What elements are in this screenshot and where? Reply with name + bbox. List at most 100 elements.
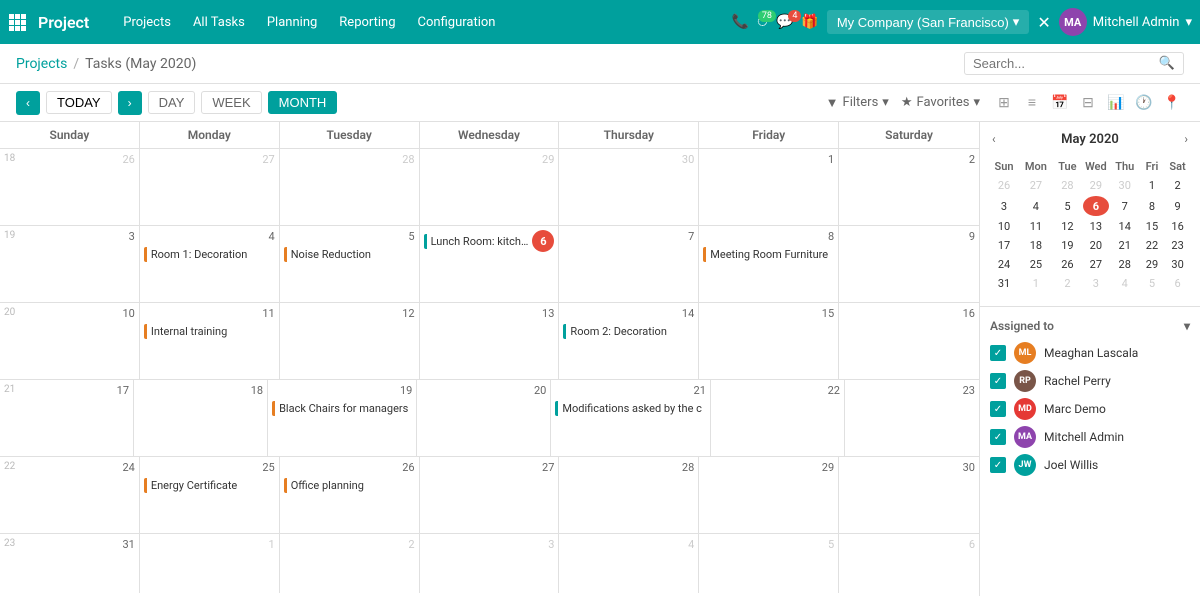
mini-cal-day-r4c3[interactable]: 27: [1083, 256, 1109, 273]
list-view-icon[interactable]: ≡: [1020, 91, 1044, 115]
cal-cell-w3-d6[interactable]: 23: [845, 380, 979, 456]
cal-cell-w0-d0[interactable]: 1826: [0, 149, 140, 225]
cal-cell-w4-d4[interactable]: 28: [559, 457, 699, 533]
app-grid-icon[interactable]: [8, 13, 26, 31]
cal-cell-w2-d6[interactable]: 16: [839, 303, 979, 379]
prev-button[interactable]: ‹: [16, 91, 40, 115]
assigned-chevron-icon[interactable]: ▾: [1184, 319, 1190, 333]
month-button[interactable]: MONTH: [268, 91, 338, 114]
nav-all-tasks[interactable]: All Tasks: [183, 11, 255, 34]
cal-cell-w1-d0[interactable]: 193: [0, 226, 140, 302]
calendar-view-icon[interactable]: 📅: [1048, 91, 1072, 115]
cal-cell-w0-d2[interactable]: 28: [280, 149, 420, 225]
mini-cal-day-r1c6[interactable]: 9: [1165, 196, 1190, 216]
task-item[interactable]: Internal training: [144, 324, 275, 339]
filters-button[interactable]: ▼ Filters ▾: [826, 95, 889, 111]
mini-cal-day-r4c0[interactable]: 24: [990, 256, 1018, 273]
nav-configuration[interactable]: Configuration: [408, 11, 506, 34]
cal-cell-w2-d4[interactable]: 14Room 2: Decoration: [559, 303, 699, 379]
cal-cell-w5-d6[interactable]: 6: [839, 534, 979, 593]
mini-cal-day-r0c1[interactable]: 27: [1020, 177, 1052, 194]
user-button[interactable]: MA Mitchell Admin ▾: [1059, 8, 1192, 36]
cal-cell-w0-d4[interactable]: 30: [559, 149, 699, 225]
cal-cell-w2-d3[interactable]: 13: [420, 303, 560, 379]
mini-cal-day-r2c0[interactable]: 10: [990, 218, 1018, 235]
search-input[interactable]: [973, 56, 1153, 71]
cal-cell-w2-d1[interactable]: 11Internal training: [140, 303, 280, 379]
company-button[interactable]: My Company (San Francisco) ▾: [827, 10, 1029, 34]
task-item[interactable]: Lunch Room: kitchen: [424, 234, 533, 249]
mini-cal-day-r2c5[interactable]: 15: [1141, 218, 1163, 235]
mini-cal-day-r0c3[interactable]: 29: [1083, 177, 1109, 194]
mini-cal-day-r0c6[interactable]: 2: [1165, 177, 1190, 194]
mini-cal-day-r5c4[interactable]: 4: [1111, 275, 1139, 292]
cal-cell-w4-d0[interactable]: 2224: [0, 457, 140, 533]
assigned-person-2[interactable]: ✓MDMarc Demo: [990, 395, 1190, 423]
cal-cell-w4-d1[interactable]: 25Energy Certificate: [140, 457, 280, 533]
nav-reporting[interactable]: Reporting: [329, 11, 405, 34]
assigned-person-3[interactable]: ✓MAMitchell Admin: [990, 423, 1190, 451]
nav-projects[interactable]: Projects: [113, 11, 181, 34]
task-item[interactable]: Room 2: Decoration: [563, 324, 694, 339]
assigned-checkbox[interactable]: ✓: [990, 401, 1006, 417]
assigned-checkbox[interactable]: ✓: [990, 373, 1006, 389]
cal-cell-w4-d3[interactable]: 27: [420, 457, 560, 533]
mini-cal-day-r3c5[interactable]: 22: [1141, 237, 1163, 254]
cal-cell-w3-d4[interactable]: 21Modifications asked by the c: [551, 380, 711, 456]
mini-cal-day-r0c0[interactable]: 26: [990, 177, 1018, 194]
cal-cell-w1-d3[interactable]: 6Lunch Room: kitchen: [420, 226, 560, 302]
cal-cell-w4-d2[interactable]: 26Office planning: [280, 457, 420, 533]
clock-view-icon[interactable]: 🕐: [1132, 91, 1156, 115]
mini-cal-day-r5c1[interactable]: 1: [1020, 275, 1052, 292]
mini-cal-day-r4c6[interactable]: 30: [1165, 256, 1190, 273]
task-item[interactable]: Noise Reduction: [284, 247, 415, 262]
mini-cal-day-r3c2[interactable]: 19: [1054, 237, 1081, 254]
mini-cal-day-r0c4[interactable]: 30: [1111, 177, 1139, 194]
task-item[interactable]: Black Chairs for managers: [272, 401, 412, 416]
cal-cell-w3-d2[interactable]: 19Black Chairs for managers: [268, 380, 417, 456]
mini-cal-day-r5c6[interactable]: 6: [1165, 275, 1190, 292]
mini-cal-day-r3c1[interactable]: 18: [1020, 237, 1052, 254]
cal-cell-w5-d0[interactable]: 2331: [0, 534, 140, 593]
task-item[interactable]: Energy Certificate: [144, 478, 275, 493]
mini-cal-prev[interactable]: ‹: [988, 130, 1000, 148]
cal-cell-w2-d2[interactable]: 12: [280, 303, 420, 379]
assigned-person-1[interactable]: ✓RPRachel Perry: [990, 367, 1190, 395]
cal-cell-w2-d0[interactable]: 2010: [0, 303, 140, 379]
mini-cal-day-r4c4[interactable]: 28: [1111, 256, 1139, 273]
task-item[interactable]: Office planning: [284, 478, 415, 493]
mini-cal-day-r0c2[interactable]: 28: [1054, 177, 1081, 194]
mini-cal-day-r5c5[interactable]: 5: [1141, 275, 1163, 292]
cal-cell-w1-d5[interactable]: 8Meeting Room Furniture: [699, 226, 839, 302]
cal-cell-w0-d1[interactable]: 27: [140, 149, 280, 225]
mini-cal-day-r2c4[interactable]: 14: [1111, 218, 1139, 235]
mini-cal-day-r4c1[interactable]: 25: [1020, 256, 1052, 273]
assigned-person-0[interactable]: ✓MLMeaghan Lascala: [990, 339, 1190, 367]
mini-cal-day-r5c3[interactable]: 3: [1083, 275, 1109, 292]
assigned-checkbox[interactable]: ✓: [990, 429, 1006, 445]
cal-cell-w5-d2[interactable]: 2: [280, 534, 420, 593]
cal-cell-w1-d4[interactable]: 7: [559, 226, 699, 302]
phone-icon-container[interactable]: 📞: [732, 14, 749, 30]
mini-cal-day-r1c2[interactable]: 5: [1054, 196, 1081, 216]
mini-cal-day-r3c6[interactable]: 23: [1165, 237, 1190, 254]
cal-cell-w1-d6[interactable]: 9: [839, 226, 979, 302]
mini-cal-day-r2c3[interactable]: 13: [1083, 218, 1109, 235]
cal-cell-w3-d0[interactable]: 2117: [0, 380, 134, 456]
mini-cal-day-r1c1[interactable]: 4: [1020, 196, 1052, 216]
cal-cell-w4-d6[interactable]: 30: [839, 457, 979, 533]
gift-icon[interactable]: 🎁: [801, 14, 818, 30]
breadcrumb-root[interactable]: Projects: [16, 56, 67, 72]
cal-cell-w5-d5[interactable]: 5: [699, 534, 839, 593]
kanban-view-icon[interactable]: ⊞: [992, 91, 1016, 115]
mini-cal-day-r1c4[interactable]: 7: [1111, 196, 1139, 216]
assigned-checkbox[interactable]: ✓: [990, 457, 1006, 473]
assigned-person-4[interactable]: ✓JWJoel Willis: [990, 451, 1190, 479]
nav-planning[interactable]: Planning: [257, 11, 327, 34]
cal-cell-w5-d3[interactable]: 3: [420, 534, 560, 593]
mini-cal-day-r4c2[interactable]: 26: [1054, 256, 1081, 273]
task-item[interactable]: Room 1: Decoration: [144, 247, 275, 262]
cal-cell-w3-d5[interactable]: 22: [711, 380, 845, 456]
task-item[interactable]: Modifications asked by the c: [555, 401, 706, 416]
cal-cell-w2-d5[interactable]: 15: [699, 303, 839, 379]
